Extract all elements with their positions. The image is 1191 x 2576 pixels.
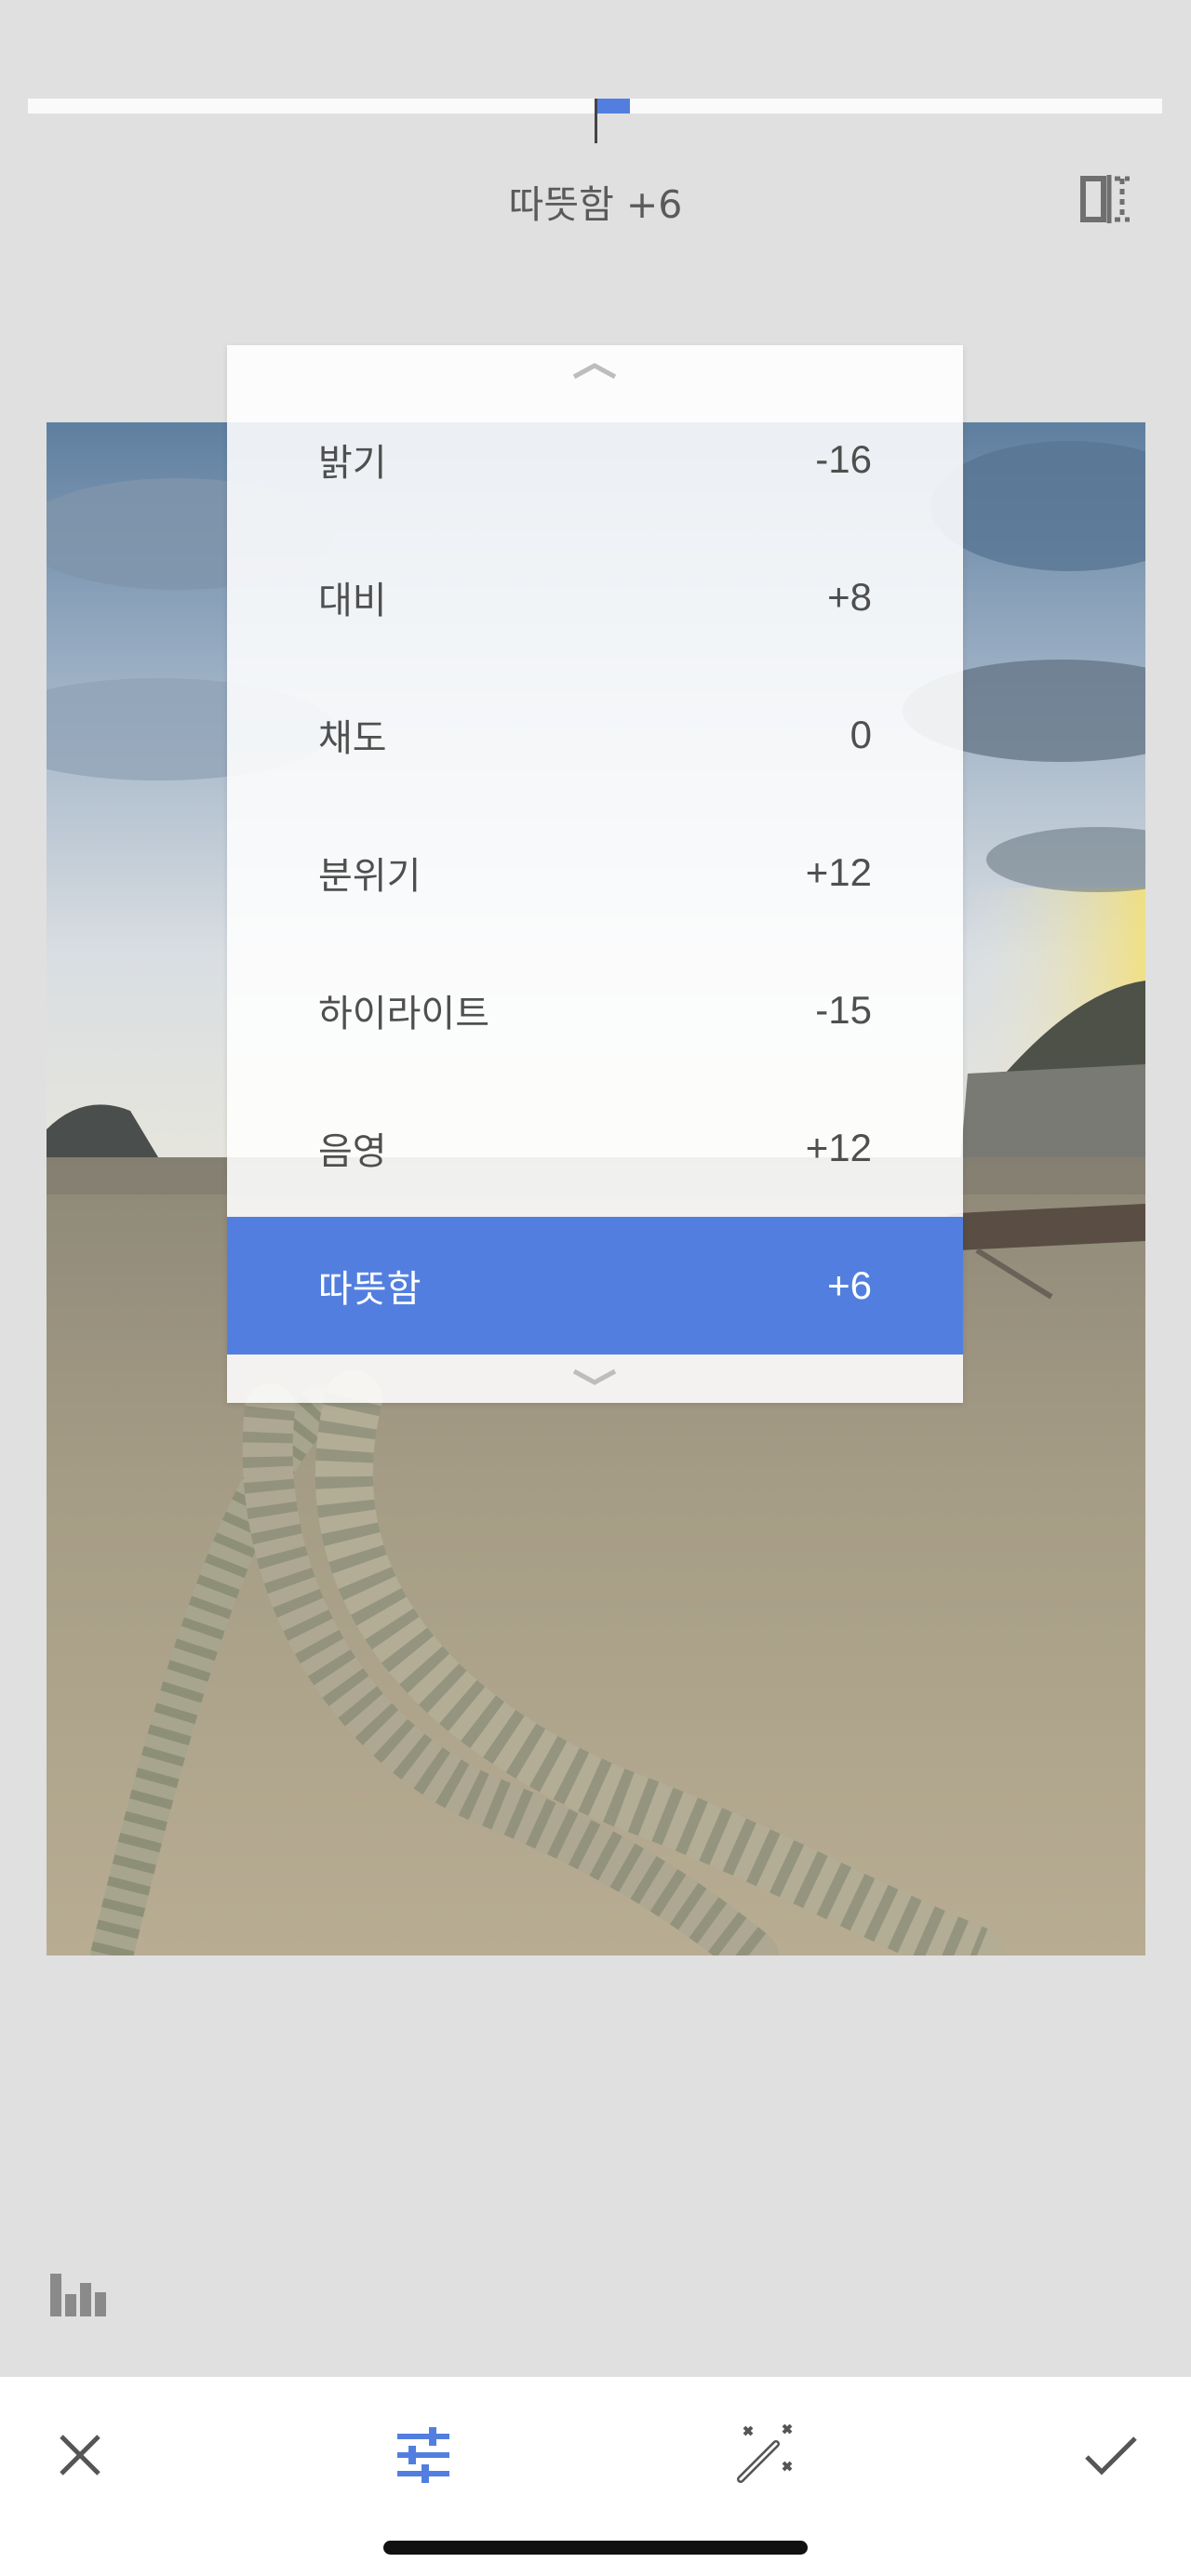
- chevron-down-icon[interactable]: [567, 1366, 622, 1390]
- adjust-slider-fill: [596, 99, 630, 113]
- menu-item-shadows[interactable]: 음영 +12: [227, 1079, 963, 1217]
- menu-item-highlights[interactable]: 하이라이트 -15: [227, 941, 963, 1079]
- menu-item-value: +6: [827, 1263, 872, 1307]
- menu-item-value: -15: [815, 988, 872, 1032]
- menu-item-label: 분위기: [318, 855, 422, 898]
- menu-item-label: 음영: [318, 1130, 387, 1173]
- menu-item-value: 0: [850, 713, 872, 756]
- menu-item-warmth[interactable]: 따뜻함 +6: [227, 1217, 963, 1355]
- menu-item-saturation[interactable]: 채도 0: [227, 666, 963, 804]
- menu-item-value: -16: [815, 437, 872, 481]
- menu-item-label: 하이라이트: [318, 993, 489, 1035]
- checkmark-icon[interactable]: [1077, 2422, 1144, 2489]
- close-icon[interactable]: [47, 2422, 114, 2489]
- menu-item-ambiance[interactable]: 분위기 +12: [227, 804, 963, 941]
- menu-item-label: 대비: [318, 580, 387, 622]
- compare-split-icon[interactable]: [1079, 173, 1135, 225]
- menu-item-value: +12: [805, 1126, 872, 1169]
- sliders-icon[interactable]: [390, 2422, 457, 2489]
- adjust-menu: 밝기 -16 대비 +8 채도 0 분위기 +12 하이라이트 -15 음영 +…: [227, 345, 963, 1403]
- adjust-value-label: 따뜻함 +6: [508, 182, 683, 227]
- magic-wand-icon[interactable]: [731, 2422, 798, 2489]
- menu-item-label: 따뜻함: [318, 1268, 422, 1311]
- adjust-slider-center-tick: [595, 99, 597, 143]
- menu-item-value: +12: [805, 850, 872, 894]
- menu-item-contrast[interactable]: 대비 +8: [227, 528, 963, 666]
- menu-item-label: 밝기: [318, 442, 387, 485]
- menu-item-label: 채도: [318, 717, 387, 760]
- menu-item-brightness[interactable]: 밝기 -16: [227, 391, 963, 528]
- histogram-icon[interactable]: [48, 2270, 112, 2318]
- chevron-up-icon[interactable]: [567, 358, 622, 382]
- menu-item-value: +8: [827, 575, 872, 619]
- home-indicator: [383, 2541, 808, 2555]
